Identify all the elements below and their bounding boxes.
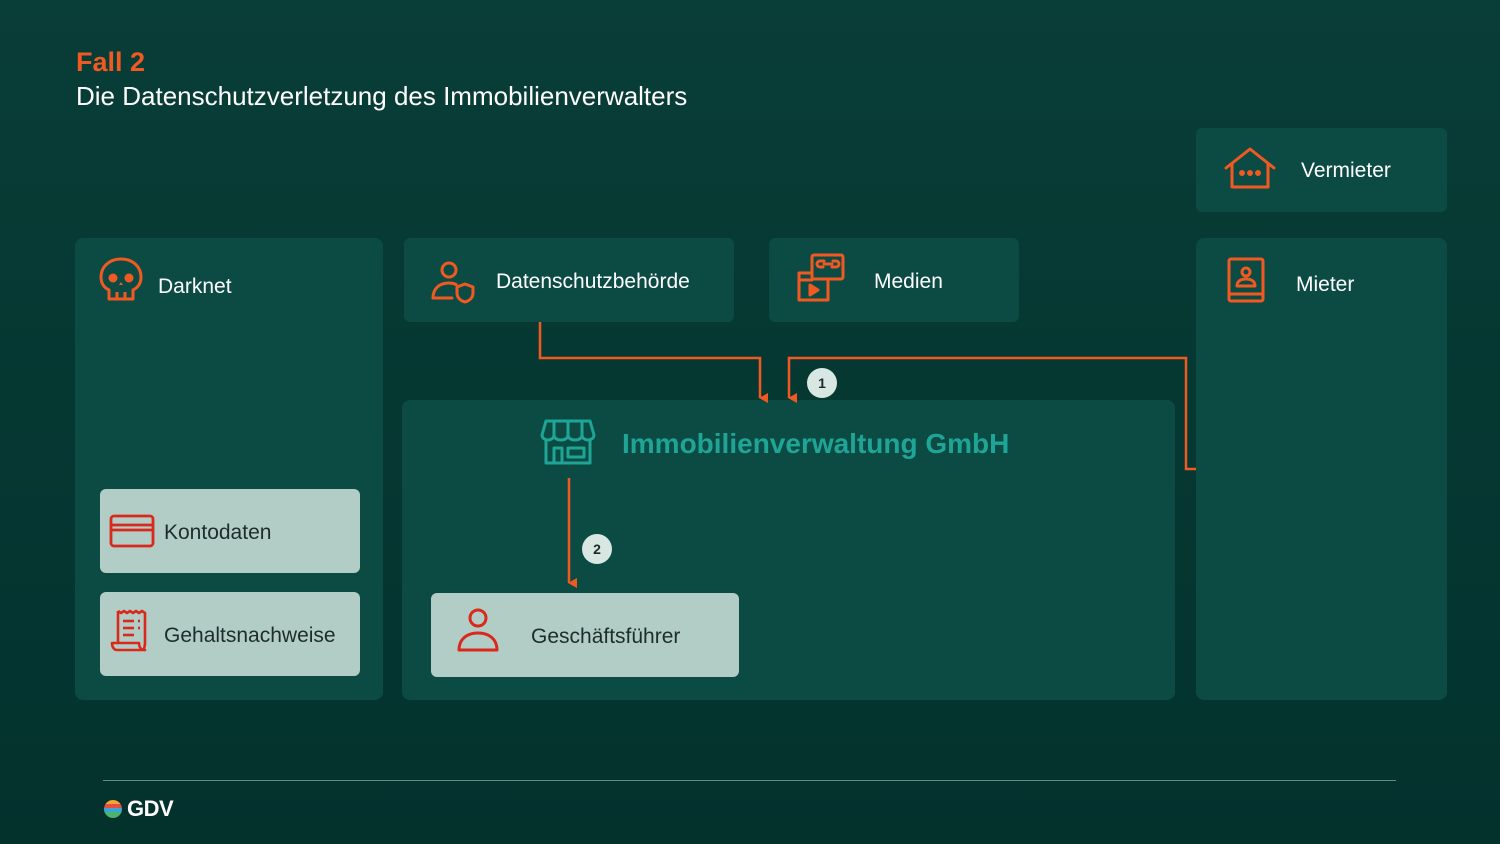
house-icon bbox=[1224, 146, 1276, 195]
footer-divider bbox=[103, 780, 1396, 781]
company-label: Immobilienverwaltung GmbH bbox=[622, 428, 1010, 459]
authority-label: Datenschutzbehörde bbox=[496, 270, 690, 293]
kontodaten-label: Kontodaten bbox=[164, 521, 272, 544]
media-label: Medien bbox=[874, 270, 943, 293]
tenant-label: Mieter bbox=[1296, 273, 1355, 296]
connector-lines bbox=[538, 322, 1196, 588]
skull-icon bbox=[98, 256, 144, 307]
arrow-authority-to-company bbox=[538, 322, 768, 403]
step-badge-2: 2 bbox=[582, 534, 612, 564]
credit-card-icon bbox=[109, 513, 155, 554]
gdv-logo-text: GDV bbox=[127, 796, 174, 821]
id-card-icon bbox=[1226, 256, 1268, 309]
storefront-icon bbox=[540, 418, 596, 471]
gehaltsnachweise-label: Gehaltsnachweise bbox=[164, 624, 336, 647]
ceo-label: Geschäftsführer bbox=[531, 625, 681, 648]
media-icon bbox=[796, 253, 846, 308]
gdv-logo-icon bbox=[103, 799, 123, 824]
receipt-icon bbox=[109, 609, 151, 658]
darknet-label: Darknet bbox=[158, 275, 232, 298]
user-shield-icon bbox=[430, 260, 476, 309]
landlord-label: Vermieter bbox=[1301, 159, 1391, 182]
step-badge-1: 1 bbox=[807, 368, 837, 398]
person-icon bbox=[454, 606, 502, 659]
